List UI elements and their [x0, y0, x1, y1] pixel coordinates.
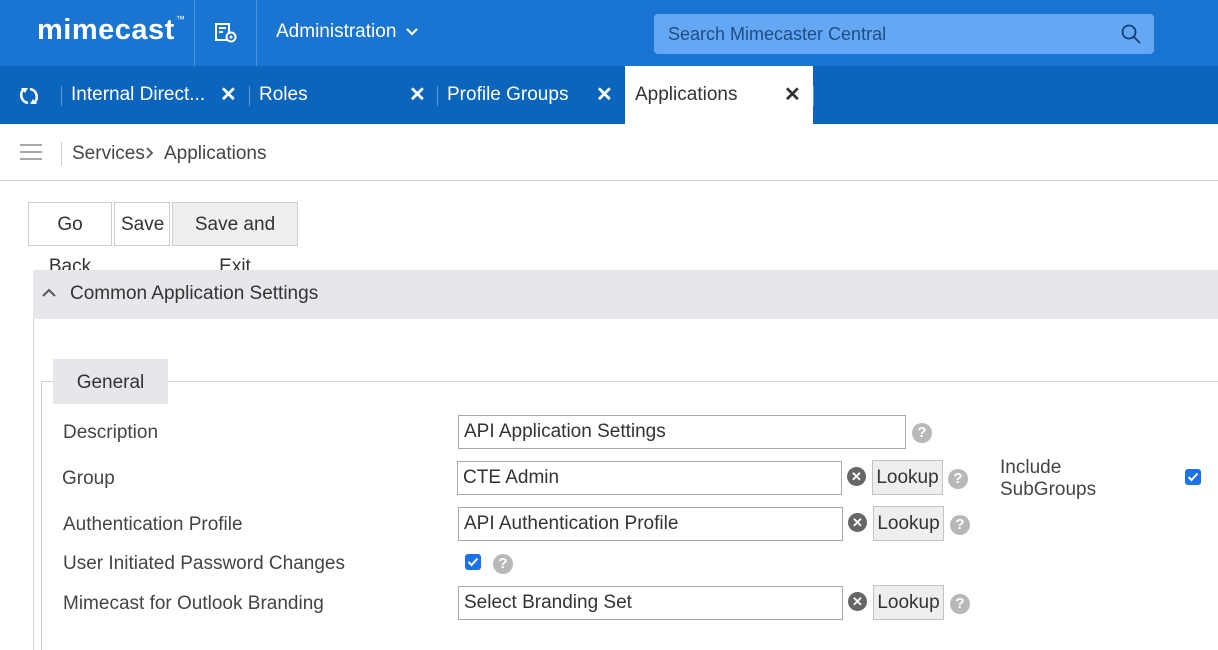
- password-changes-label: User Initiated Password Changes: [63, 553, 345, 574]
- tab-separator: [249, 86, 250, 106]
- group-label: Group: [62, 468, 115, 489]
- tab-bar: Internal Direct... ✕ Roles ✕ Profile Gro…: [0, 66, 1218, 124]
- close-tab-icon[interactable]: ✕: [596, 66, 613, 124]
- branding-lookup-button[interactable]: Lookup: [873, 585, 944, 620]
- breadcrumb: Services Applications: [0, 124, 1218, 181]
- top-divider: [194, 0, 195, 66]
- go-back-button[interactable]: Go Back: [28, 202, 112, 277]
- password-changes-checkbox[interactable]: [465, 554, 481, 570]
- help-icon[interactable]: ?: [493, 554, 513, 574]
- include-subgroups-label: SubGroups: [1000, 479, 1097, 500]
- save-button[interactable]: Save: [114, 202, 170, 246]
- help-icon[interactable]: ?: [948, 469, 968, 489]
- tab-roles[interactable]: Roles ✕: [249, 66, 437, 124]
- group-field[interactable]: [457, 461, 842, 495]
- search-box: [654, 14, 1154, 54]
- tab-label: Profile Groups: [447, 84, 569, 105]
- clear-icon[interactable]: ✕: [848, 513, 867, 532]
- mimecast-logo[interactable]: mimecast™: [37, 14, 185, 47]
- tab-label: Roles: [259, 84, 308, 105]
- fieldset-border: [41, 381, 1218, 382]
- branding-field[interactable]: [458, 586, 843, 620]
- section-border: [33, 319, 34, 650]
- close-tab-icon[interactable]: ✕: [220, 66, 237, 124]
- refresh-icon[interactable]: [18, 85, 44, 107]
- section-title: Common Application Settings: [70, 283, 319, 304]
- save-and-exit-button[interactable]: Save and Exit: [172, 202, 298, 277]
- breadcrumb-divider: [61, 142, 62, 166]
- tab-label: Internal Direct...: [71, 84, 206, 105]
- administration-label: Administration: [276, 21, 397, 42]
- auth-profile-label: Authentication Profile: [63, 514, 243, 535]
- tab-general[interactable]: General: [53, 359, 168, 404]
- chevron-down-icon: [405, 21, 418, 43]
- tab-applications[interactable]: Applications ✕: [625, 66, 813, 124]
- include-subgroups-label: Include: [1000, 457, 1062, 478]
- include-subgroups-checkbox[interactable]: [1185, 469, 1201, 485]
- top-bar: mimecast™ Administration: [0, 0, 1218, 66]
- tab-label: Applications: [635, 84, 738, 105]
- breadcrumb-applications: Applications: [164, 143, 267, 164]
- tab-internal-directories[interactable]: Internal Direct... ✕: [61, 66, 249, 124]
- search-input[interactable]: [654, 14, 1114, 54]
- section-header[interactable]: Common Application Settings: [33, 270, 1218, 319]
- chevron-right-icon: [146, 146, 154, 163]
- auth-profile-lookup-button[interactable]: Lookup: [873, 506, 944, 541]
- tab-profile-groups[interactable]: Profile Groups ✕: [437, 66, 625, 124]
- help-icon[interactable]: ?: [950, 515, 970, 535]
- description-field[interactable]: [458, 415, 906, 449]
- search-icon[interactable]: [1120, 23, 1142, 45]
- close-tab-icon[interactable]: ✕: [409, 66, 426, 124]
- admin-grid-gear-icon[interactable]: [214, 22, 238, 44]
- tab-separator: [813, 86, 814, 106]
- clear-icon[interactable]: ✕: [847, 467, 866, 486]
- help-icon[interactable]: ?: [950, 594, 970, 614]
- close-tab-icon[interactable]: ✕: [784, 66, 801, 124]
- auth-profile-field[interactable]: [458, 507, 843, 541]
- group-lookup-button[interactable]: Lookup: [872, 460, 943, 495]
- administration-menu[interactable]: Administration: [276, 21, 418, 43]
- clear-icon[interactable]: ✕: [848, 592, 867, 611]
- top-divider: [256, 0, 257, 66]
- description-label: Description: [63, 422, 159, 443]
- tab-separator: [61, 86, 62, 106]
- hamburger-menu-icon[interactable]: [20, 144, 42, 160]
- fieldset-border: [41, 381, 42, 650]
- chevron-up-icon[interactable]: [41, 285, 57, 301]
- branding-label: Mimecast for Outlook Branding: [63, 593, 324, 614]
- breadcrumb-services[interactable]: Services: [72, 143, 145, 165]
- help-icon[interactable]: ?: [912, 423, 932, 443]
- tab-separator: [437, 86, 438, 106]
